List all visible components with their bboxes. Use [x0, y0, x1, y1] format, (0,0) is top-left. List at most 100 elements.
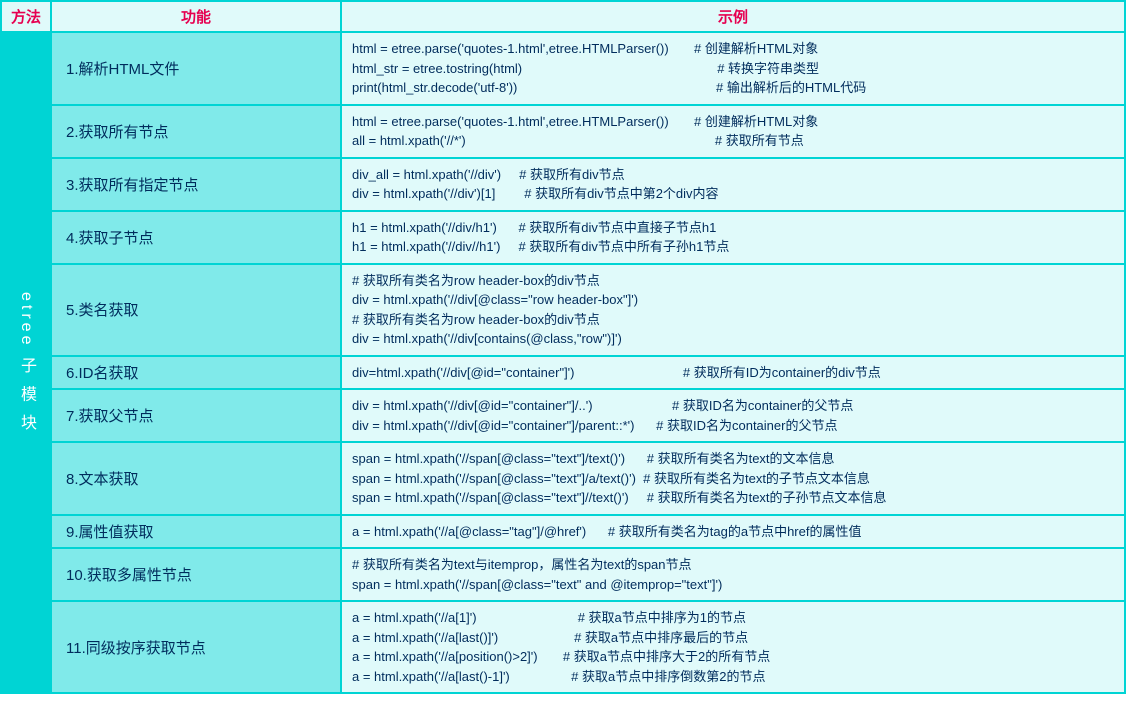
comment-text: # 获取所有类名为text的子节点文本信息 — [643, 469, 870, 489]
code-line: div_all = html.xpath('//div') # 获取所有div节… — [352, 165, 1114, 185]
code-text: a = html.xpath('//a[position()>2]') — [352, 647, 538, 667]
code-text: div = html.xpath('//div[@class="row head… — [352, 290, 638, 310]
table-row: 9.属性值获取 a = html.xpath('//a[@class="tag"]… — [1, 515, 1125, 549]
table-row: 7.获取父节点 div = html.xpath('//div[@id="cont… — [1, 389, 1125, 442]
code-text: div = html.xpath('//div[@id="container"]… — [352, 416, 634, 436]
comment-text: # 获取所有类名为text的文本信息 — [647, 449, 835, 469]
function-cell: 6.ID名获取 — [51, 356, 341, 390]
code-line: a = html.xpath('//a[last()]') # 获取a节点中排序… — [352, 628, 1114, 648]
example-cell: h1 = html.xpath('//div/h1') # 获取所有div节点中… — [341, 211, 1125, 264]
code-line: # 获取所有类名为row header-box的div节点 — [352, 271, 1114, 291]
code-line: div = html.xpath('//div')[1] # 获取所有div节点… — [352, 184, 1114, 204]
comment-text: # 获取所有类名为tag的a节点中href的属性值 — [608, 522, 862, 542]
comment-text: # 创建解析HTML对象 — [694, 39, 818, 59]
comment-text: # 转换字符串类型 — [717, 59, 819, 79]
table-row: 10.获取多属性节点# 获取所有类名为text与itemprop，属性名为tex… — [1, 548, 1125, 601]
spacer — [538, 647, 563, 667]
table-row: 2.获取所有节点html = etree.parse('quotes-1.htm… — [1, 105, 1125, 158]
code-text: a = html.xpath('//a[1]') — [352, 608, 477, 628]
code-text: # 获取所有类名为row header-box的div节点 — [352, 271, 600, 291]
comment-text: # 获取所有div节点 — [519, 165, 624, 185]
code-text: html = etree.parse('quotes-1.html',etree… — [352, 112, 669, 132]
code-line: a = html.xpath('//a[position()>2]') # 获取… — [352, 647, 1114, 667]
code-text: a = html.xpath('//a[last()]') — [352, 628, 498, 648]
spacer — [495, 184, 524, 204]
code-line: all = html.xpath('//*') # 获取所有节点 — [352, 131, 1114, 151]
etree-reference-table: 方法 功能 示例 etree 子 模 块1.解析HTML文件html = etr… — [0, 0, 1126, 694]
spacer — [500, 237, 518, 257]
table-row: 6.ID名获取 div=html.xpath('//div[@id="contai… — [1, 356, 1125, 390]
comment-text: # 获取a节点中排序最后的节点 — [574, 628, 748, 648]
code-line: html = etree.parse('quotes-1.html',etree… — [352, 112, 1114, 132]
function-cell: 10.获取多属性节点 — [51, 548, 341, 601]
table-row: 4.获取子节点h1 = html.xpath('//div/h1') # 获取所… — [1, 211, 1125, 264]
spacer — [510, 667, 571, 687]
comment-text: # 输出解析后的HTML代码 — [716, 78, 866, 98]
spacer — [636, 469, 643, 489]
example-cell: html = etree.parse('quotes-1.html',etree… — [341, 32, 1125, 105]
code-text: span = html.xpath('//span[@class="text"]… — [352, 469, 636, 489]
spacer — [477, 608, 578, 628]
code-line: div = html.xpath('//div[@class="row head… — [352, 290, 1114, 310]
code-text: # 获取所有类名为text与itemprop，属性名为text的span节点 — [352, 555, 692, 575]
code-text: div_all = html.xpath('//div') — [352, 165, 501, 185]
function-cell: 9.属性值获取 — [51, 515, 341, 549]
header-example: 示例 — [341, 1, 1125, 32]
code-line: h1 = html.xpath('//div//h1') # 获取所有div节点… — [352, 237, 1114, 257]
code-text: a = html.xpath('//a[last()-1]') — [352, 667, 510, 687]
comment-text: # 获取所有ID为container的div节点 — [683, 363, 881, 383]
function-cell: 5.类名获取 — [51, 264, 341, 356]
spacer — [501, 165, 519, 185]
code-line: div=html.xpath('//div[@id="container"]')… — [352, 363, 1114, 383]
example-cell: # 获取所有类名为row header-box的div节点div = html.… — [341, 264, 1125, 356]
code-text: # 获取所有类名为row header-box的div节点 — [352, 310, 600, 330]
code-text: span = html.xpath('//span[@class="text"]… — [352, 488, 629, 508]
spacer — [669, 112, 694, 132]
code-line: print(html_str.decode('utf-8')) # 输出解析后的… — [352, 78, 1114, 98]
code-text: div = html.xpath('//div[contains(@class,… — [352, 329, 622, 349]
function-cell: 11.同级按序获取节点 — [51, 601, 341, 693]
comment-text: # 获取所有类名为text的子孙节点文本信息 — [647, 488, 887, 508]
example-cell: a = html.xpath('//a[1]') # 获取a节点中排序为1的节点… — [341, 601, 1125, 693]
example-cell: div=html.xpath('//div[@id="container"]')… — [341, 356, 1125, 390]
code-text: h1 = html.xpath('//div/h1') — [352, 218, 497, 238]
comment-text: # 创建解析HTML对象 — [694, 112, 818, 132]
code-text: span = html.xpath('//span[@class="text" … — [352, 575, 722, 595]
function-cell: 3.获取所有指定节点 — [51, 158, 341, 211]
spacer — [497, 218, 519, 238]
code-text: div = html.xpath('//div')[1] — [352, 184, 495, 204]
code-line: span = html.xpath('//span[@class="text"]… — [352, 449, 1114, 469]
code-text: print(html_str.decode('utf-8')) — [352, 78, 517, 98]
comment-text: # 获取所有div节点中直接子节点h1 — [518, 218, 716, 238]
comment-text: # 获取ID名为container的父节点 — [656, 416, 837, 436]
code-text: html_str = etree.tostring(html) — [352, 59, 522, 79]
spacer — [466, 131, 715, 151]
table-row: 11.同级按序获取节点a = html.xpath('//a[1]') # 获取… — [1, 601, 1125, 693]
spacer — [593, 396, 672, 416]
code-line: div = html.xpath('//div[@id="container"]… — [352, 416, 1114, 436]
function-cell: 8.文本获取 — [51, 442, 341, 515]
function-cell: 4.获取子节点 — [51, 211, 341, 264]
table-row: 5.类名获取 # 获取所有类名为row header-box的div节点div … — [1, 264, 1125, 356]
code-line: # 获取所有类名为row header-box的div节点 — [352, 310, 1114, 330]
function-cell: 1.解析HTML文件 — [51, 32, 341, 105]
comment-text: # 获取所有div节点中第2个div内容 — [524, 184, 718, 204]
code-line: a = html.xpath('//a[@class="tag"]/@href'… — [352, 522, 1114, 542]
code-line: span = html.xpath('//span[@class="text"]… — [352, 488, 1114, 508]
example-cell: span = html.xpath('//span[@class="text"]… — [341, 442, 1125, 515]
example-cell: html = etree.parse('quotes-1.html',etree… — [341, 105, 1125, 158]
code-text: all = html.xpath('//*') — [352, 131, 466, 151]
code-line: span = html.xpath('//span[@class="text"]… — [352, 469, 1114, 489]
code-line: div = html.xpath('//div[contains(@class,… — [352, 329, 1114, 349]
code-text: div = html.xpath('//div[@id="container"]… — [352, 396, 593, 416]
table-row: 8.文本获取 span = html.xpath('//span[@class="… — [1, 442, 1125, 515]
function-cell: 7.获取父节点 — [51, 389, 341, 442]
code-line: # 获取所有类名为text与itemprop，属性名为text的span节点 — [352, 555, 1114, 575]
spacer — [625, 449, 647, 469]
code-text: a = html.xpath('//a[@class="tag"]/@href'… — [352, 522, 586, 542]
example-cell: # 获取所有类名为text与itemprop，属性名为text的span节点sp… — [341, 548, 1125, 601]
code-line: a = html.xpath('//a[1]') # 获取a节点中排序为1的节点 — [352, 608, 1114, 628]
code-text: span = html.xpath('//span[@class="text"]… — [352, 449, 625, 469]
spacer — [629, 488, 647, 508]
header-method: 方法 — [1, 1, 51, 32]
